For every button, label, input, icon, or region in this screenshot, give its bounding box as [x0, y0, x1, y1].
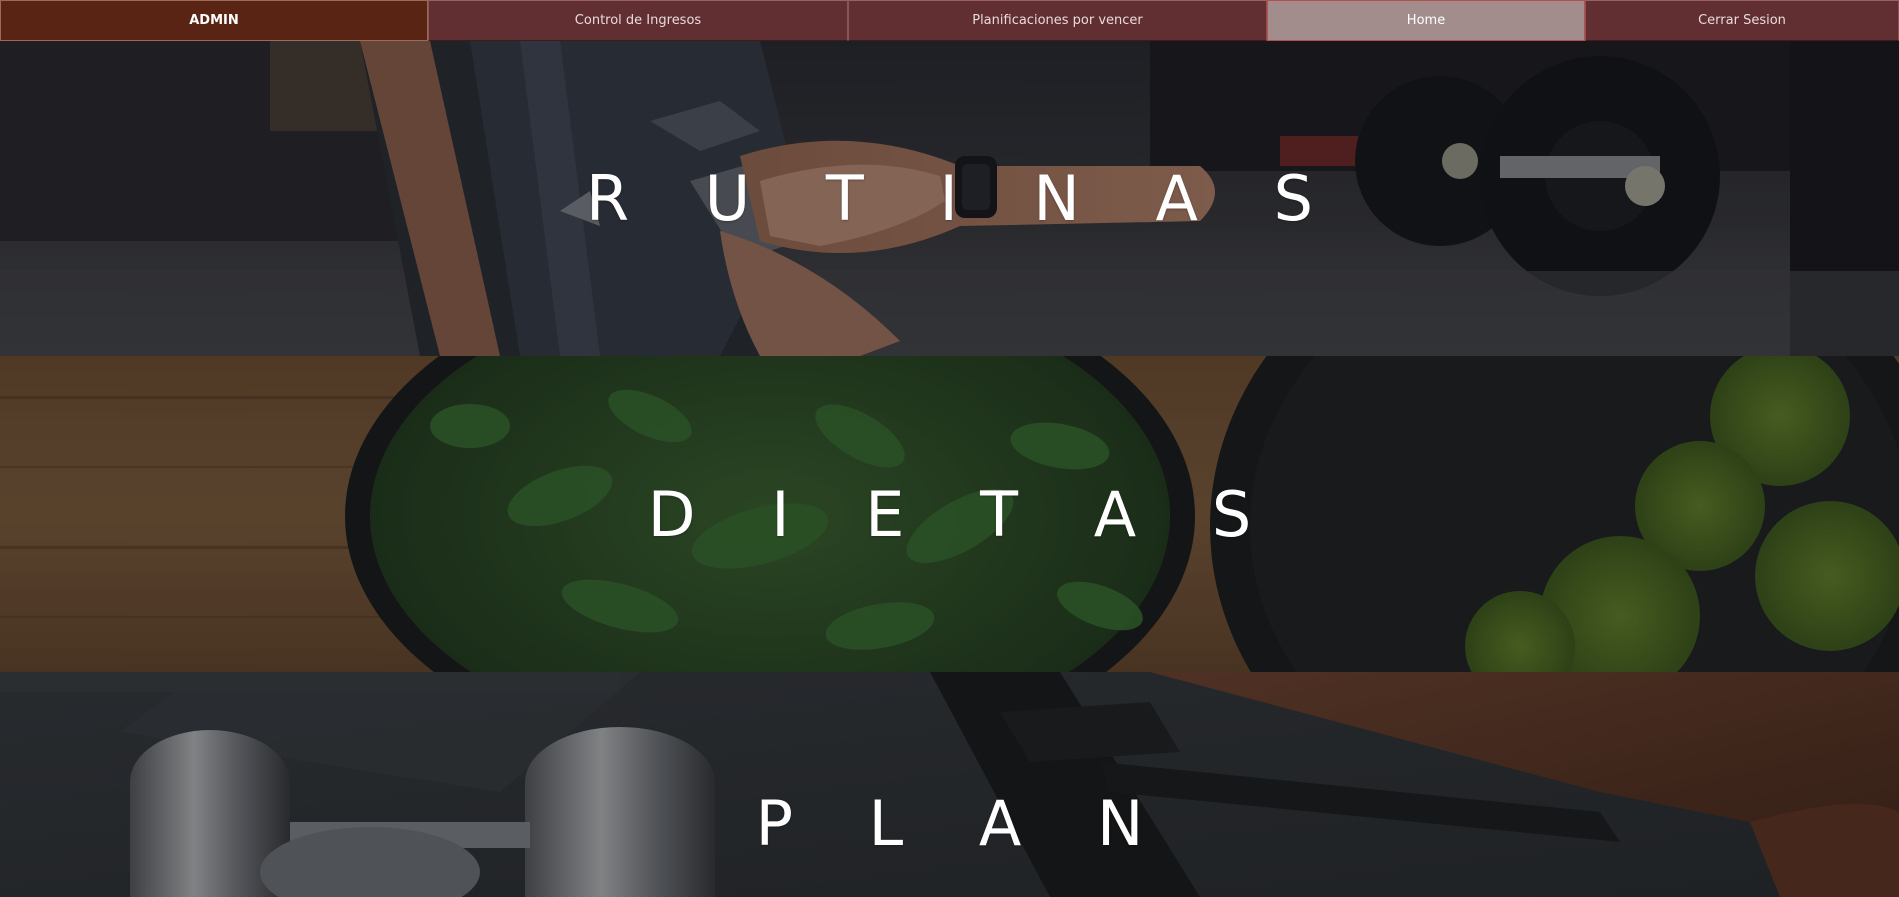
- dietas-title: D I E T A S: [647, 477, 1280, 551]
- dietas-section[interactable]: D I E T A S: [0, 356, 1899, 672]
- plan-section[interactable]: P L A N: [0, 672, 1899, 897]
- nav-control-ingresos-button[interactable]: Control de Ingresos: [428, 0, 848, 41]
- plan-title: P L A N: [755, 787, 1172, 861]
- plan-dark-overlay: [0, 672, 1899, 897]
- nav-admin-button[interactable]: ADMIN: [0, 0, 428, 41]
- nav-planificaciones-button[interactable]: Planificaciones por vencer: [848, 0, 1267, 41]
- nav-cerrar-sesion-button[interactable]: Cerrar Sesion: [1585, 0, 1899, 41]
- rutinas-section[interactable]: R U T I N A S: [0, 41, 1899, 356]
- nav-home-button[interactable]: Home: [1267, 0, 1585, 41]
- top-navbar: ADMIN Control de Ingresos Planificacione…: [0, 0, 1899, 41]
- rutinas-title: R U T I N A S: [585, 162, 1341, 235]
